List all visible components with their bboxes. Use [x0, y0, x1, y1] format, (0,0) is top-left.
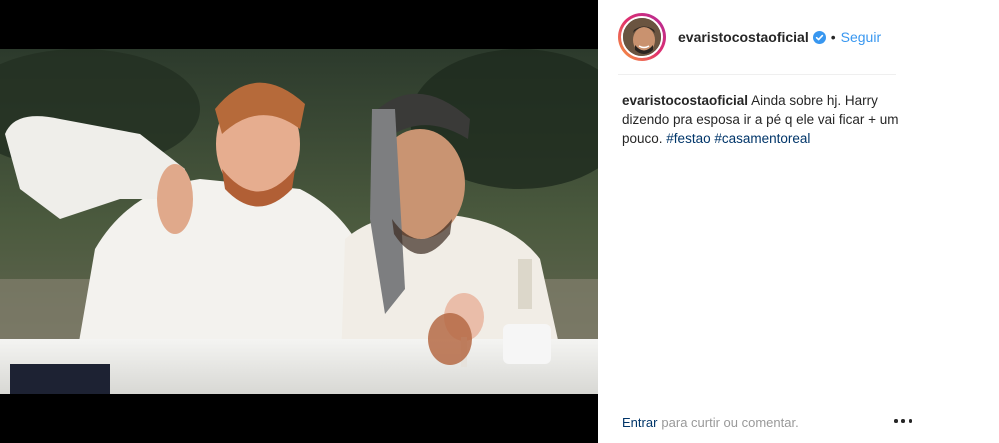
more-dot [894, 419, 898, 423]
follow-button[interactable]: Seguir [841, 29, 881, 45]
post-photo-image [0, 49, 598, 394]
login-prompt-text: para curtir ou comentar. [661, 414, 799, 430]
header-divider [618, 74, 896, 75]
post-media-pane [0, 0, 598, 443]
post-sidebar: evaristocostaoficial • Seguir evaristoco… [598, 0, 999, 443]
header-separator: • [830, 29, 836, 45]
avatar-story-ring[interactable] [618, 13, 666, 61]
avatar[interactable] [621, 16, 663, 58]
hashtag-link[interactable]: #festao [666, 131, 710, 146]
hashtag-link[interactable]: #casamentoreal [714, 131, 810, 146]
verified-badge-icon [812, 30, 826, 44]
post-caption: evaristocostaoficial Ainda sobre hj. Har… [622, 91, 908, 148]
caption-username-link[interactable]: evaristocostaoficial [622, 93, 748, 108]
post-header: evaristocostaoficial • Seguir [618, 12, 978, 62]
more-options-icon[interactable] [894, 413, 912, 429]
username-link[interactable]: evaristocostaoficial [678, 29, 809, 45]
more-dot [901, 419, 905, 423]
login-link[interactable]: Entrar [622, 415, 657, 430]
more-dot [908, 419, 912, 423]
post-photo[interactable] [0, 49, 598, 394]
login-prompt: Entrar para curtir ou comentar. [622, 412, 922, 432]
avatar-image [623, 18, 661, 56]
